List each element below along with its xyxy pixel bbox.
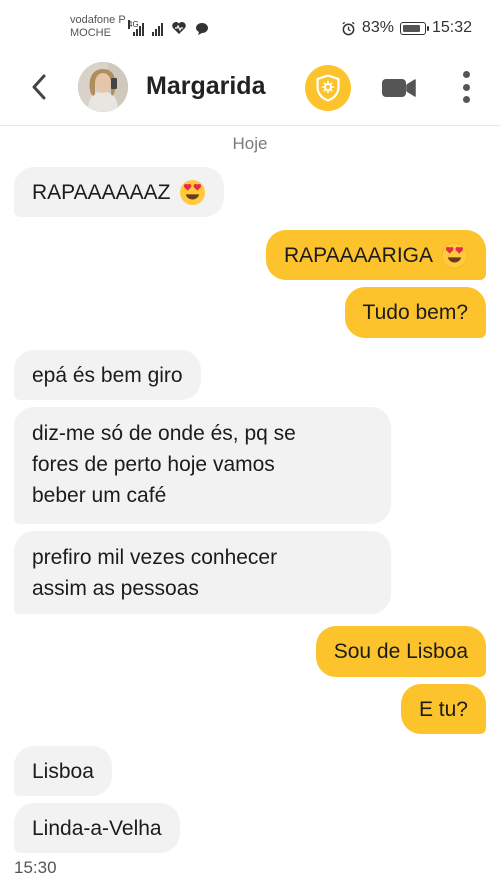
message-text: Tudo bem?: [362, 301, 468, 324]
message-text: E tu?: [418, 697, 468, 721]
message-bubble-incoming[interactable]: diz-me só de onde és, pq se fores de per…: [14, 407, 391, 524]
message-text: epá és bem giro: [32, 363, 183, 387]
heart-eyes-emoji-icon: [441, 242, 468, 268]
carrier-name: vodafone P: [70, 14, 126, 26]
message-bubble-incoming[interactable]: epá és bem giro: [14, 350, 201, 400]
alarm-icon: [342, 21, 355, 35]
message-bubble-outgoing[interactable]: RAPAAAARIGA: [266, 230, 486, 280]
message-bubble-outgoing[interactable]: Tudo bem?: [344, 287, 486, 338]
safety-button[interactable]: [305, 65, 351, 111]
message-text: RAPAAAAAAZ: [32, 180, 171, 204]
signal-icon-2: [152, 20, 163, 36]
message-bubble-incoming[interactable]: Linda-a-Velha: [14, 803, 180, 853]
message-bubble-incoming[interactable]: RAPAAAAAAZ: [14, 167, 224, 217]
message-line: prefiro mil vezes conhecer: [32, 546, 278, 569]
heart-eyes-emoji-icon: [179, 179, 205, 205]
heart-rate-icon: [172, 22, 186, 34]
message-line: assim as pessoas: [32, 577, 199, 600]
message-line: diz-me só de onde és, pq se: [32, 422, 296, 445]
dot-icon: [462, 96, 470, 103]
status-clock: 15:32: [431, 19, 472, 36]
video-camera-icon: [382, 79, 416, 97]
message-text: RAPAAAARIGA: [284, 243, 433, 267]
message-text: prefiro mil vezes conhecer assim as pess…: [32, 542, 277, 604]
shield-icon: [316, 74, 340, 102]
network-icons: 4G: [128, 16, 209, 36]
message-bubble-outgoing[interactable]: Sou de Lisboa: [315, 626, 486, 677]
carrier-label: vodafone P MOCHE: [70, 14, 126, 40]
message-bubble-incoming[interactable]: prefiro mil vezes conhecer assim as pess…: [14, 531, 391, 614]
message-line: fores de perto hoje vamos: [32, 453, 275, 476]
message-text: diz-me só de onde és, pq se fores de per…: [32, 418, 296, 511]
message-bubble-outgoing[interactable]: E tu?: [400, 684, 486, 734]
message-timestamp: 15:30: [14, 858, 57, 877]
battery-icon: [399, 21, 429, 35]
message-text: Linda-a-Velha: [32, 816, 162, 840]
signal-icon: 4G: [128, 20, 144, 36]
contact-name[interactable]: Margarida: [146, 72, 265, 101]
video-call-button[interactable]: [380, 75, 418, 101]
battery-level-fill: [402, 24, 420, 32]
dot-icon: [462, 83, 470, 91]
dot-icon: [462, 71, 470, 78]
message-bubble-incoming[interactable]: Lisboa: [14, 746, 112, 796]
message-notification-icon: [196, 23, 208, 35]
message-text: Sou de Lisboa: [333, 640, 468, 663]
message-line: beber um café: [32, 484, 167, 507]
status-bar: vodafone P MOCHE 4G 83% 15:32: [0, 0, 500, 48]
profile-photo: [78, 62, 128, 112]
avatar[interactable]: [78, 62, 128, 112]
day-separator: Hoje: [232, 134, 268, 153]
status-right: 83% 15:32: [341, 19, 472, 37]
back-button[interactable]: [24, 70, 54, 104]
battery-percent: 83%: [361, 19, 394, 36]
chat-header: Margarida: [0, 48, 500, 126]
message-text: Lisboa: [32, 759, 94, 783]
network-type-badge: 4G: [128, 20, 139, 29]
carrier-sub: MOCHE: [70, 27, 111, 39]
chevron-left-icon: [32, 74, 46, 100]
more-options-button[interactable]: [456, 68, 476, 106]
